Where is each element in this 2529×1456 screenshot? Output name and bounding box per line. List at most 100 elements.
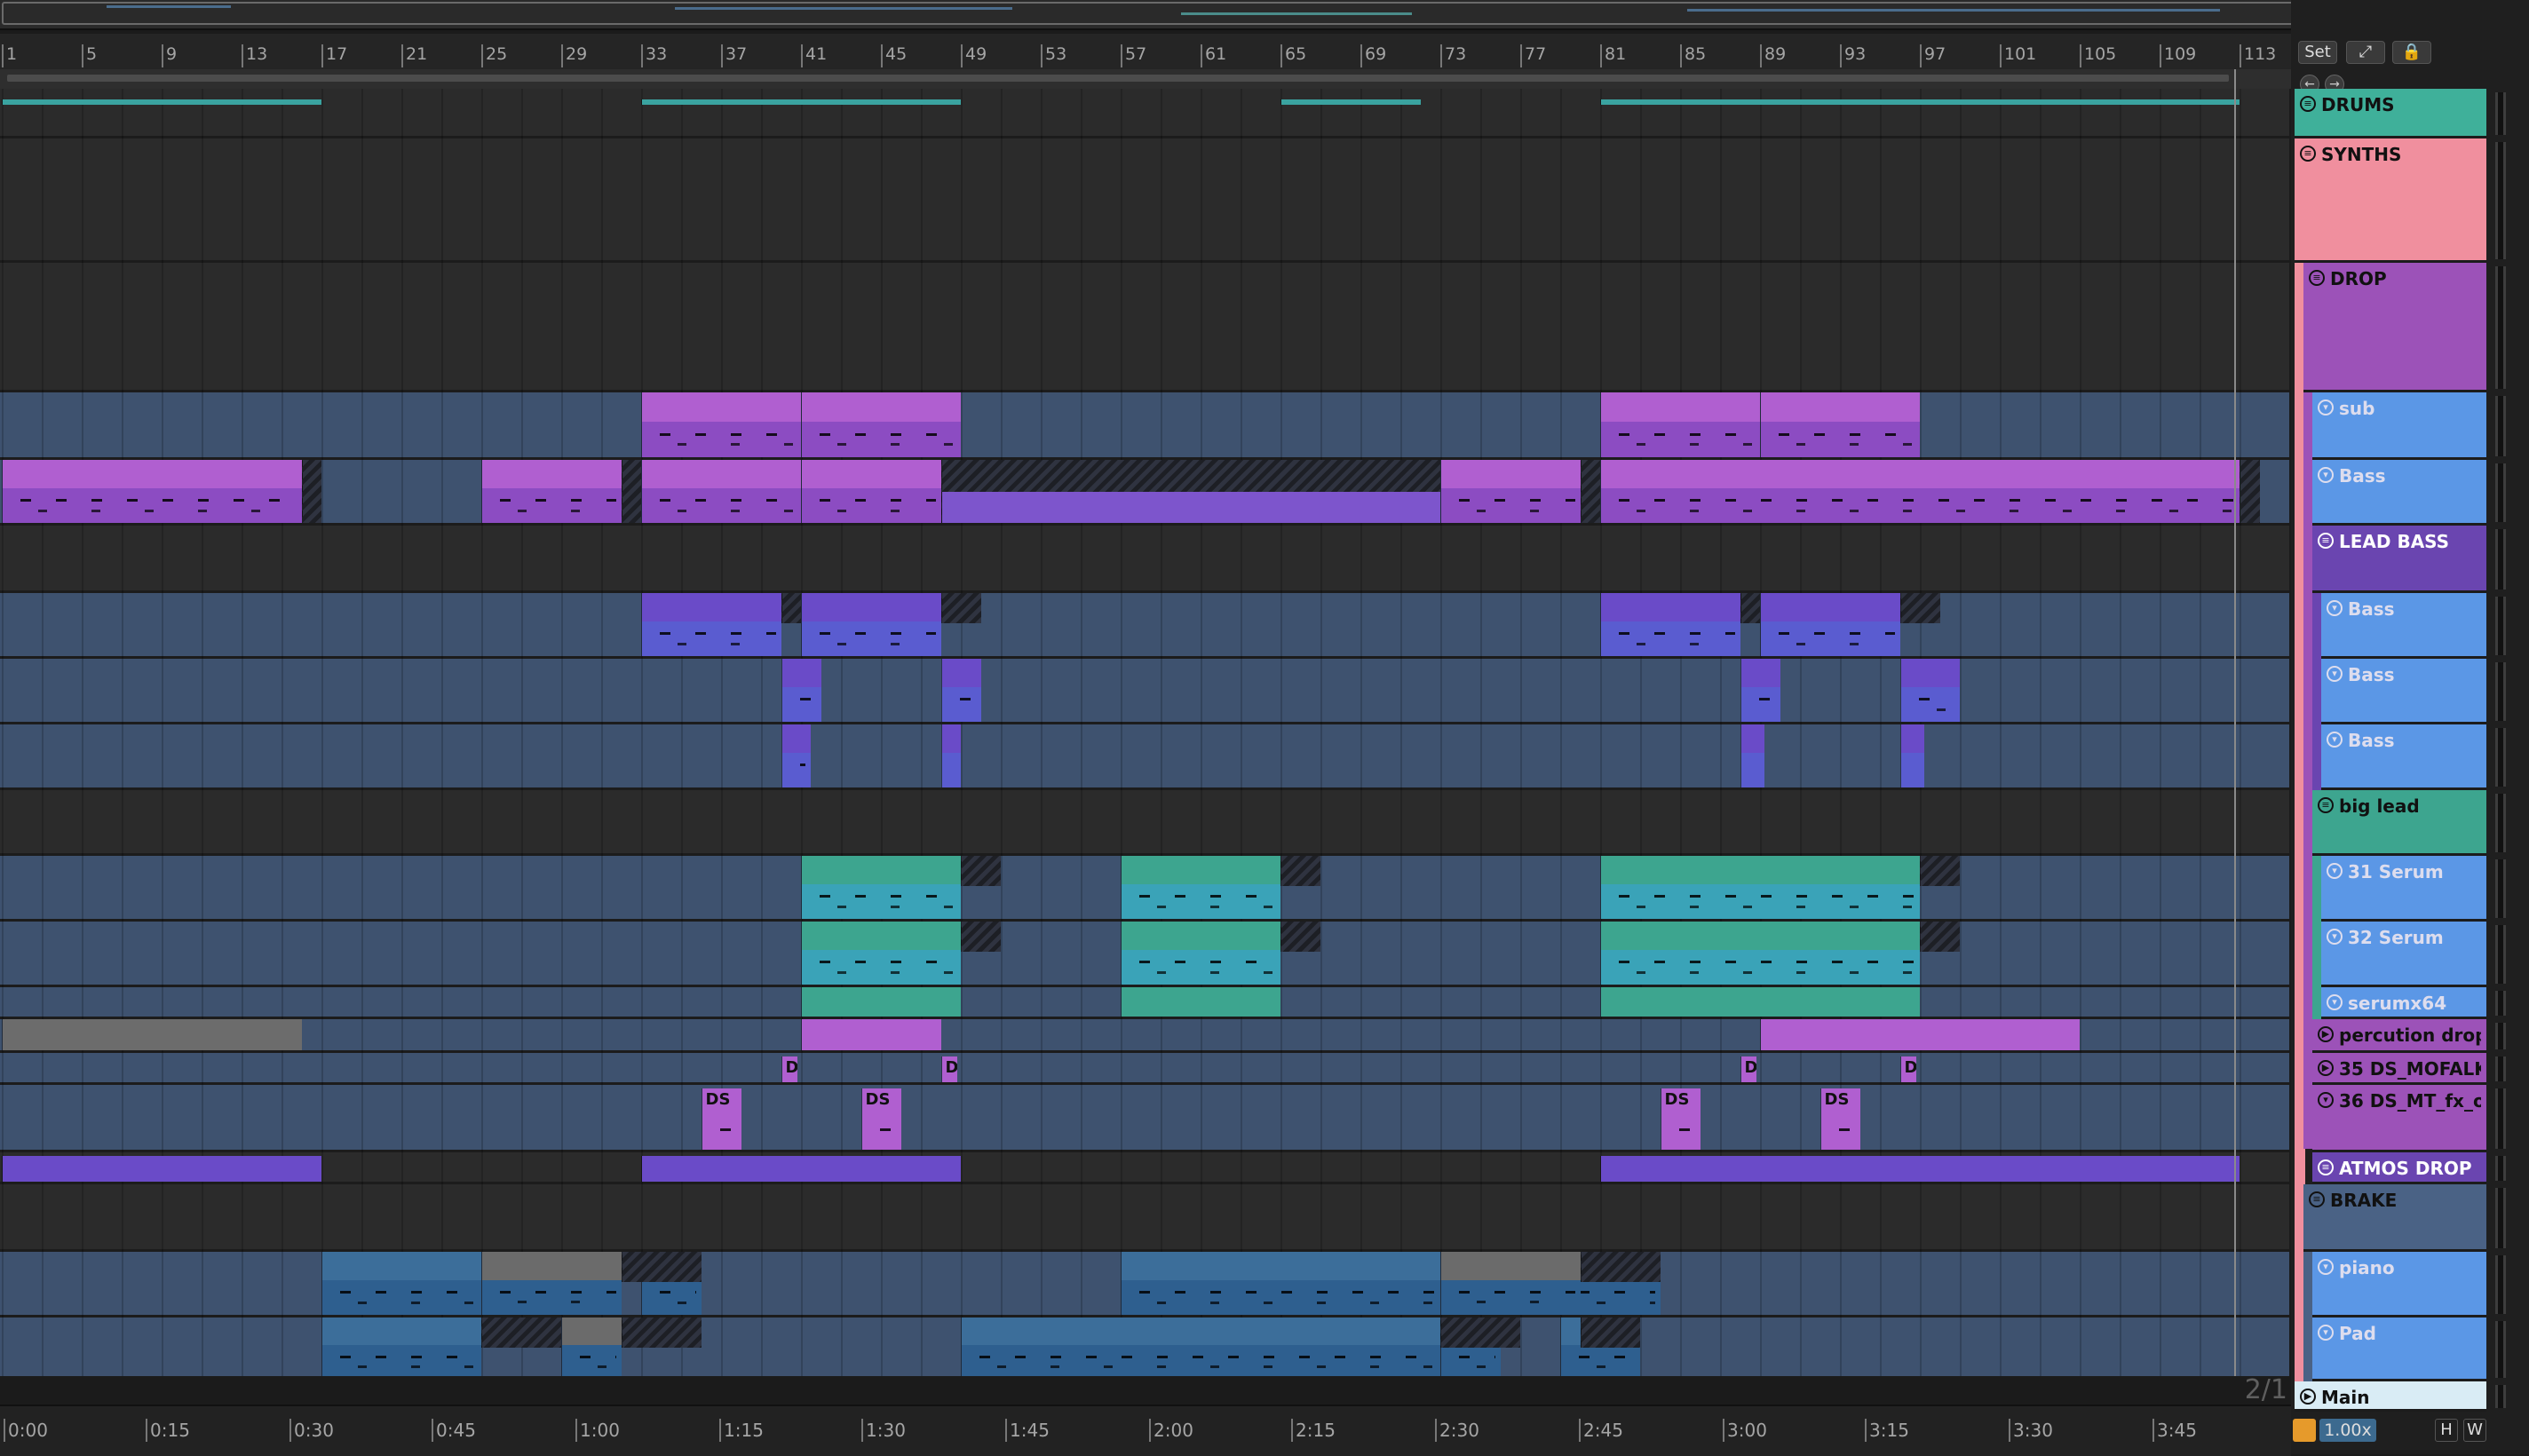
atmos-clip[interactable] xyxy=(2,1156,321,1182)
track-lane[interactable] xyxy=(0,89,2289,138)
track-fold-icon[interactable]: ▾ xyxy=(2318,1092,2334,1108)
serumx64-clip[interactable] xyxy=(1121,987,1280,1017)
bass-fill-clip[interactable] xyxy=(781,659,821,722)
bass-clip[interactable] xyxy=(2,460,302,523)
bass-clip[interactable] xyxy=(801,460,941,523)
lead-bass-clip[interactable] xyxy=(801,593,941,656)
track-fold-icon[interactable]: ▾ xyxy=(2327,600,2343,616)
drum-summary-clip[interactable] xyxy=(2,99,321,105)
zoom-height-button[interactable]: H xyxy=(2435,1419,2458,1442)
track-header[interactable]: ▶ Main xyxy=(2295,1381,2486,1412)
mofalk-clip[interactable]: D xyxy=(781,1056,797,1082)
bass-clip[interactable] xyxy=(1600,460,2240,523)
track-lane[interactable] xyxy=(0,526,2289,593)
track-header[interactable]: ≡ big lead xyxy=(2312,790,2486,856)
sub-clip[interactable] xyxy=(1600,392,1760,457)
track-fold-icon[interactable]: ▶ xyxy=(2318,1060,2334,1076)
piano-clip-gray[interactable] xyxy=(481,1252,622,1315)
track-fold-icon[interactable]: ▾ xyxy=(2327,732,2343,748)
bass-clip[interactable] xyxy=(1440,460,1581,523)
track-header[interactable]: ≡ LEAD BASS xyxy=(2312,526,2486,593)
zoom-value[interactable]: 1.00x xyxy=(2319,1419,2376,1442)
serumx64-clip[interactable] xyxy=(1600,987,1920,1017)
lead-bass-clip[interactable] xyxy=(641,593,781,656)
bass-fill-clip[interactable] xyxy=(940,724,961,787)
drum-summary-clip[interactable] xyxy=(1280,99,1421,105)
lead-bass-clip-muted[interactable] xyxy=(1899,593,1940,623)
group-fold-icon[interactable]: ≡ xyxy=(2309,1191,2325,1207)
set-button[interactable]: Set xyxy=(2298,41,2337,64)
group-fold-icon[interactable]: ≡ xyxy=(2300,146,2316,162)
arrangement-overview[interactable] xyxy=(0,0,2414,30)
group-fold-icon[interactable]: ≡ xyxy=(2300,96,2316,112)
sub-clip[interactable] xyxy=(1760,392,1920,457)
track-fold-icon[interactable]: ▾ xyxy=(2318,467,2334,483)
track-lane[interactable] xyxy=(0,790,2289,856)
track-fold-icon[interactable]: ▾ xyxy=(2318,1325,2334,1341)
piano-clip-gray[interactable] xyxy=(1440,1252,1581,1315)
piano-clip-muted[interactable] xyxy=(1580,1252,1661,1282)
atmos-clip[interactable] xyxy=(641,1156,961,1182)
piano-clip[interactable] xyxy=(321,1252,481,1315)
mofalk-clip[interactable]: D xyxy=(940,1056,957,1082)
lead-bass-clip-muted[interactable] xyxy=(940,593,981,623)
serum-clip-muted[interactable] xyxy=(1920,922,1960,952)
expand-icon[interactable]: ⤢ xyxy=(2346,41,2385,64)
fx-clip[interactable]: DS xyxy=(701,1088,741,1150)
bass-fill-clip[interactable] xyxy=(1740,659,1780,722)
lead-bass-clip[interactable] xyxy=(1600,593,1740,656)
track-lane[interactable] xyxy=(0,1053,2289,1085)
track-lane[interactable] xyxy=(0,724,2289,790)
serum-clip-muted[interactable] xyxy=(1920,856,1960,886)
track-fold-icon[interactable]: ▾ xyxy=(2327,863,2343,879)
track-header[interactable]: ▾ 31 Serum xyxy=(2321,856,2486,922)
bass-clip-muted[interactable] xyxy=(1580,460,1600,523)
loop-brace[interactable] xyxy=(7,75,2229,82)
fx-clip[interactable]: DS xyxy=(1819,1088,1860,1150)
track-header[interactable]: ≡ BRAKE xyxy=(2303,1184,2486,1252)
track-fold-icon[interactable]: ▶ xyxy=(2300,1389,2316,1405)
group-fold-icon[interactable]: ≡ xyxy=(2309,270,2325,286)
bass-clip-muted[interactable] xyxy=(2240,460,2260,523)
track-lane[interactable] xyxy=(0,1184,2289,1252)
track-header[interactable]: ≡ DROP xyxy=(2303,263,2486,392)
serum-32-clip[interactable] xyxy=(1121,922,1280,985)
track-header[interactable]: ▾ Bass xyxy=(2321,659,2486,724)
group-fold-icon[interactable]: ≡ xyxy=(2318,533,2334,549)
percussion-clip-disabled[interactable] xyxy=(2,1019,302,1050)
track-header[interactable]: ≡ DRUMS xyxy=(2295,89,2486,138)
track-header[interactable]: ▾ Bass xyxy=(2321,724,2486,790)
track-header[interactable]: ▶ 35 DS_MOFALK xyxy=(2312,1053,2486,1085)
bass-clip[interactable] xyxy=(481,460,622,523)
audio-waveform-icon[interactable] xyxy=(2293,1419,2316,1442)
serum-32-clip[interactable] xyxy=(1600,922,1920,985)
pad-clip-muted[interactable] xyxy=(1580,1318,1640,1348)
group-fold-icon[interactable]: ≡ xyxy=(2318,797,2334,813)
track-header[interactable]: ▾ Bass xyxy=(2321,593,2486,659)
bass-clip[interactable] xyxy=(641,460,801,523)
group-fold-icon[interactable]: ≡ xyxy=(2318,1159,2334,1175)
lead-bass-clip[interactable] xyxy=(1760,593,1900,656)
serum-clip-muted[interactable] xyxy=(1280,922,1320,952)
track-header[interactable]: ▾ 36 DS_MT_fx_o xyxy=(2312,1085,2486,1152)
track-fold-icon[interactable]: ▾ xyxy=(2327,994,2343,1010)
bass-fill-clip[interactable] xyxy=(940,659,981,722)
track-fold-icon[interactable]: ▾ xyxy=(2327,929,2343,945)
pad-clip[interactable] xyxy=(321,1318,481,1376)
track-fold-icon[interactable]: ▶ xyxy=(2318,1026,2334,1042)
atmos-clip[interactable] xyxy=(1600,1156,2240,1182)
serum-31-clip[interactable] xyxy=(1121,856,1280,919)
pad-clip-muted[interactable] xyxy=(1440,1318,1520,1348)
track-lane[interactable] xyxy=(0,1085,2289,1152)
track-header[interactable]: ▶ percution drop xyxy=(2312,1019,2486,1053)
bass-fill-clip[interactable] xyxy=(781,724,812,787)
track-header[interactable]: ≡ ATMOS DROP xyxy=(2312,1152,2486,1184)
fx-clip[interactable]: DS xyxy=(860,1088,901,1150)
track-lane[interactable] xyxy=(0,138,2289,263)
track-fold-icon[interactable]: ▾ xyxy=(2318,400,2334,415)
sub-clip[interactable] xyxy=(641,392,801,457)
track-header[interactable]: ≡ SYNTHS xyxy=(2295,138,2486,263)
beat-time-ruler[interactable]: 1 5 9 13 17 21 25 29 33 37 41 45 49 53 57 61 65 69 73 77 81 8… xyxy=(0,34,2291,69)
serum-31-clip[interactable] xyxy=(801,856,961,919)
serum-clip-muted[interactable] xyxy=(1280,856,1320,886)
